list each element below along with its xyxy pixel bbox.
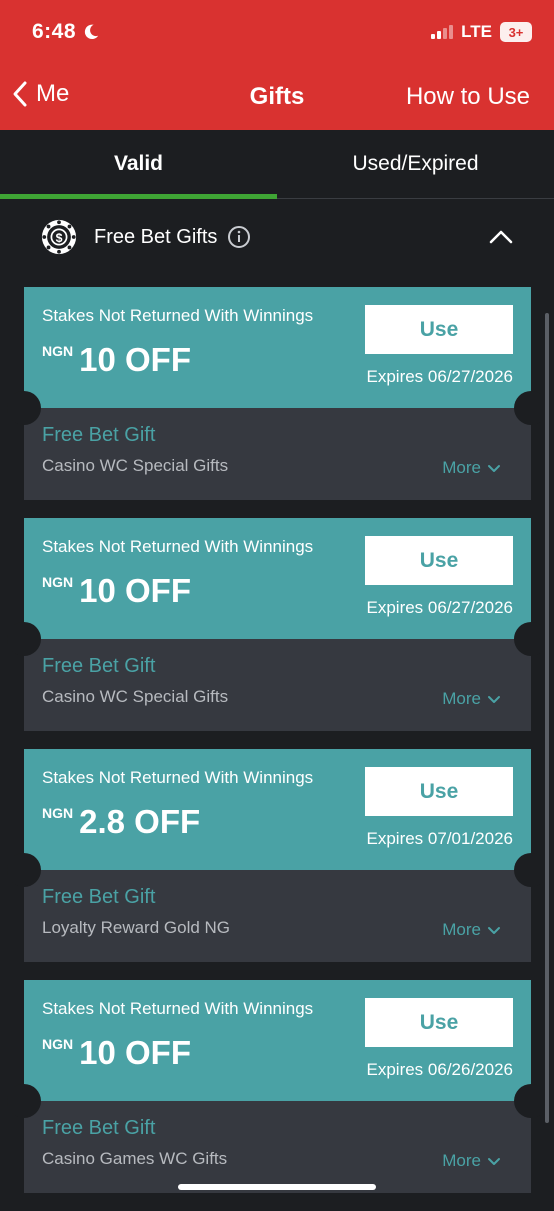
ticket-notch [7, 1084, 41, 1118]
ticket-notch [7, 622, 41, 656]
gift-value: 10 OFF [79, 343, 191, 376]
gift-amount: NGN 2.8 OFF [42, 802, 200, 838]
gift-card-top: Stakes Not Returned With Winnings NGN 10… [24, 518, 531, 639]
gift-description: Stakes Not Returned With Winnings [42, 768, 313, 788]
ticket-notch [514, 391, 548, 425]
gift-value: 2.8 OFF [79, 805, 200, 838]
gift-currency: NGN [42, 805, 73, 821]
gift-expiry: Expires 06/27/2026 [367, 367, 514, 387]
status-indicators: LTE 3+ [431, 22, 532, 42]
battery-level: 3+ [509, 25, 524, 40]
chevron-down-icon [487, 1154, 501, 1168]
chevron-down-icon [487, 692, 501, 706]
gift-expiry: Expires 06/26/2026 [367, 1060, 514, 1080]
more-label: More [442, 920, 481, 940]
gift-name: Casino Games WC Gifts [42, 1149, 227, 1169]
svg-text:$: $ [56, 231, 63, 245]
more-button[interactable]: More [442, 1151, 501, 1171]
gift-expiry: Expires 06/27/2026 [367, 598, 514, 618]
more-label: More [442, 458, 481, 478]
gift-card: Stakes Not Returned With Winnings NGN 2.… [24, 749, 531, 962]
gift-card: Stakes Not Returned With Winnings NGN 10… [24, 287, 531, 500]
gift-card: Stakes Not Returned With Winnings NGN 10… [24, 518, 531, 731]
how-to-use-link[interactable]: How to Use [406, 83, 530, 111]
network-label: LTE [461, 22, 492, 42]
gift-description: Stakes Not Returned With Winnings [42, 999, 313, 1019]
tab-valid[interactable]: Valid [0, 130, 277, 198]
back-label: Me [36, 80, 69, 108]
chevron-up-icon[interactable] [488, 224, 514, 250]
gift-currency: NGN [42, 574, 73, 590]
more-label: More [442, 689, 481, 709]
tab-used-expired[interactable]: Used/Expired [277, 130, 554, 198]
gift-value: 10 OFF [79, 1036, 191, 1069]
more-button[interactable]: More [442, 689, 501, 709]
gift-name: Casino WC Special Gifts [42, 456, 228, 476]
gift-card: Stakes Not Returned With Winnings NGN 10… [24, 980, 531, 1193]
info-icon[interactable] [227, 225, 251, 249]
gift-currency: NGN [42, 343, 73, 359]
battery-icon: 3+ [500, 22, 532, 42]
status-time-text: 6:48 [32, 20, 76, 44]
chevron-down-icon [487, 461, 501, 475]
gift-card-top: Stakes Not Returned With Winnings NGN 10… [24, 287, 531, 408]
more-label: More [442, 1151, 481, 1171]
scrollbar[interactable] [545, 313, 549, 1123]
dollar-coin-icon: $ [40, 218, 78, 256]
section-title: Free Bet Gifts [94, 226, 217, 249]
gift-name: Loyalty Reward Gold NG [42, 918, 230, 938]
gift-card-bottom: Free Bet Gift Casino WC Special Gifts Mo… [24, 639, 531, 731]
ticket-notch [514, 1084, 548, 1118]
gift-amount: NGN 10 OFF [42, 571, 191, 607]
gift-type: Free Bet Gift [42, 655, 155, 678]
ticket-notch [7, 391, 41, 425]
use-button[interactable]: Use [365, 305, 513, 354]
use-button[interactable]: Use [365, 767, 513, 816]
gift-amount: NGN 10 OFF [42, 1033, 191, 1069]
free-bet-gifts-header[interactable]: $ Free Bet Gifts [0, 200, 554, 274]
gift-card-bottom: Free Bet Gift Casino WC Special Gifts Mo… [24, 408, 531, 500]
gift-card-bottom: Free Bet Gift Loyalty Reward Gold NG Mor… [24, 870, 531, 962]
gift-name: Casino WC Special Gifts [42, 687, 228, 707]
tab-bar: Valid Used/Expired [0, 130, 554, 199]
ticket-notch [514, 622, 548, 656]
chevron-down-icon [487, 923, 501, 937]
gift-amount: NGN 10 OFF [42, 340, 191, 376]
more-button[interactable]: More [442, 920, 501, 940]
gift-currency: NGN [42, 1036, 73, 1052]
use-button[interactable]: Use [365, 536, 513, 585]
gift-description: Stakes Not Returned With Winnings [42, 537, 313, 557]
ticket-notch [7, 853, 41, 887]
moon-icon [82, 23, 100, 41]
gift-expiry: Expires 07/01/2026 [367, 829, 514, 849]
gift-type: Free Bet Gift [42, 886, 155, 909]
signal-icon [431, 25, 453, 39]
gift-type: Free Bet Gift [42, 424, 155, 447]
gift-card-top: Stakes Not Returned With Winnings NGN 10… [24, 980, 531, 1101]
gift-list: Stakes Not Returned With Winnings NGN 10… [24, 287, 531, 1211]
chevron-left-icon [12, 80, 28, 108]
gift-value: 10 OFF [79, 574, 191, 607]
gift-card-top: Stakes Not Returned With Winnings NGN 2.… [24, 749, 531, 870]
home-indicator[interactable] [178, 1184, 376, 1190]
gift-card-bottom: Free Bet Gift Casino Games WC Gifts More [24, 1101, 531, 1193]
gift-description: Stakes Not Returned With Winnings [42, 306, 313, 326]
status-time: 6:48 [32, 20, 100, 44]
more-button[interactable]: More [442, 458, 501, 478]
gift-type: Free Bet Gift [42, 1117, 155, 1140]
ticket-notch [514, 853, 548, 887]
app-header: 6:48 LTE 3+ Me Gifts How to Use [0, 0, 554, 130]
page-title: Gifts [250, 83, 305, 110]
back-button[interactable]: Me [12, 80, 69, 108]
use-button[interactable]: Use [365, 998, 513, 1047]
